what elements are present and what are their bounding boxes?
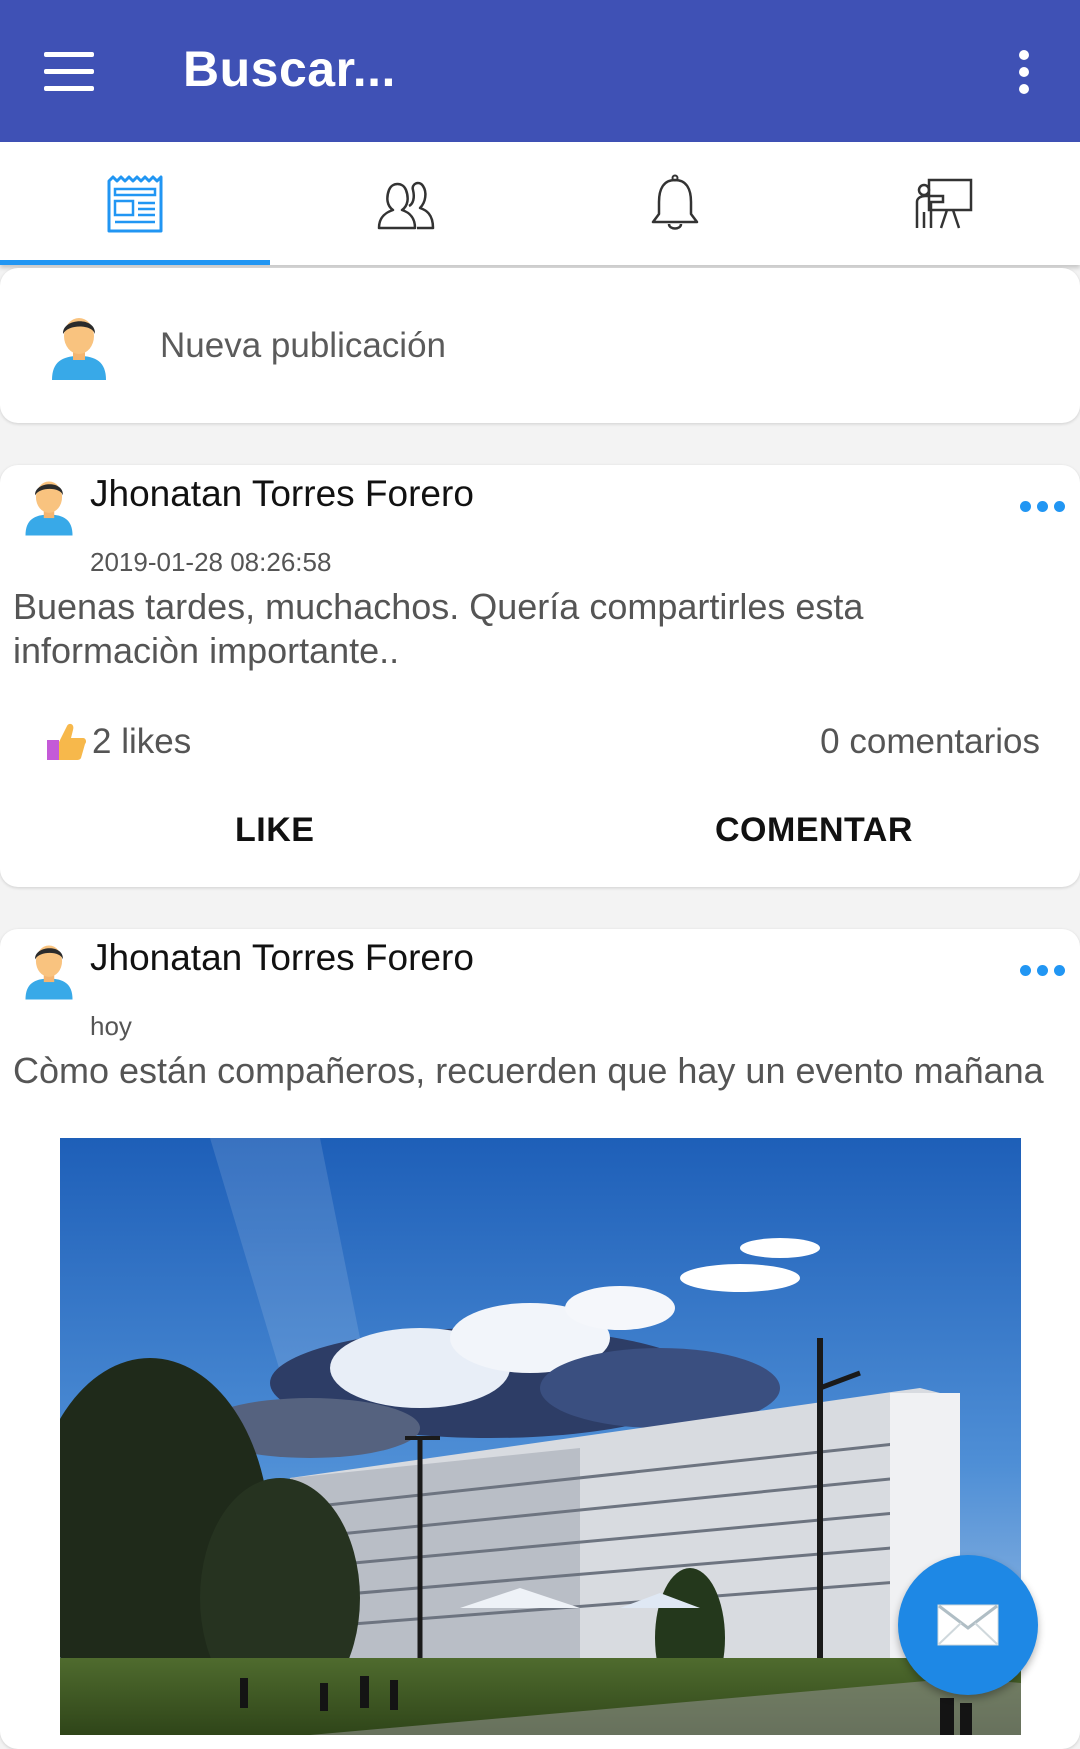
app-bar: Buscar...	[0, 0, 1080, 142]
avatar-icon	[25, 481, 73, 536]
comment-button[interactable]: COMENTAR	[715, 811, 913, 850]
tab-indicator	[0, 260, 270, 265]
newspaper-icon	[107, 175, 163, 232]
post-author[interactable]: Jhonatan Torres Forero	[90, 473, 474, 515]
likes-count[interactable]: 2 likes	[92, 722, 191, 762]
tab-notifications[interactable]	[540, 142, 810, 265]
search-title[interactable]: Buscar...	[183, 40, 396, 98]
menu-icon[interactable]	[44, 52, 96, 92]
more-horiz-icon[interactable]	[1020, 501, 1066, 513]
tab-news[interactable]	[0, 142, 270, 265]
tab-people[interactable]	[270, 142, 540, 265]
author-avatar[interactable]	[22, 937, 76, 1006]
campus-photo	[60, 1138, 1021, 1735]
post-text: Buenas tardes, muchachos. Quería compart…	[13, 586, 864, 671]
thumbs-up-icon	[45, 722, 87, 767]
new-post-card[interactable]: Nueva publicación	[0, 268, 1080, 423]
author-avatar[interactable]	[22, 473, 76, 542]
more-horiz-icon[interactable]	[1020, 965, 1066, 977]
tab-presentation[interactable]	[810, 142, 1080, 265]
post-card: Jhonatan Torres Forero 2019-01-28 08:26:…	[0, 465, 1080, 887]
post-timestamp: hoy	[90, 1011, 132, 1041]
post-author[interactable]: Jhonatan Torres Forero	[90, 937, 474, 979]
post-text: Còmo están compañeros, recuerden que hay…	[13, 1050, 1044, 1091]
avatar-icon	[52, 318, 106, 380]
people-icon	[377, 181, 435, 229]
new-post-placeholder[interactable]: Nueva publicación	[160, 326, 446, 366]
like-button[interactable]: LIKE	[235, 811, 314, 850]
more-vert-icon[interactable]	[1012, 48, 1036, 96]
avatar-icon	[25, 945, 73, 1000]
post-stats: 2 likes 0 comentarios	[45, 718, 1040, 768]
post-image[interactable]	[60, 1138, 1021, 1735]
presentation-icon	[915, 178, 973, 228]
message-fab[interactable]	[898, 1555, 1038, 1695]
bell-icon	[651, 174, 699, 230]
user-avatar	[48, 310, 110, 385]
post-timestamp: 2019-01-28 08:26:58	[90, 547, 332, 577]
mail-icon	[937, 1604, 999, 1646]
tab-bar	[0, 142, 1080, 265]
comments-count[interactable]: 0 comentarios	[820, 722, 1040, 762]
